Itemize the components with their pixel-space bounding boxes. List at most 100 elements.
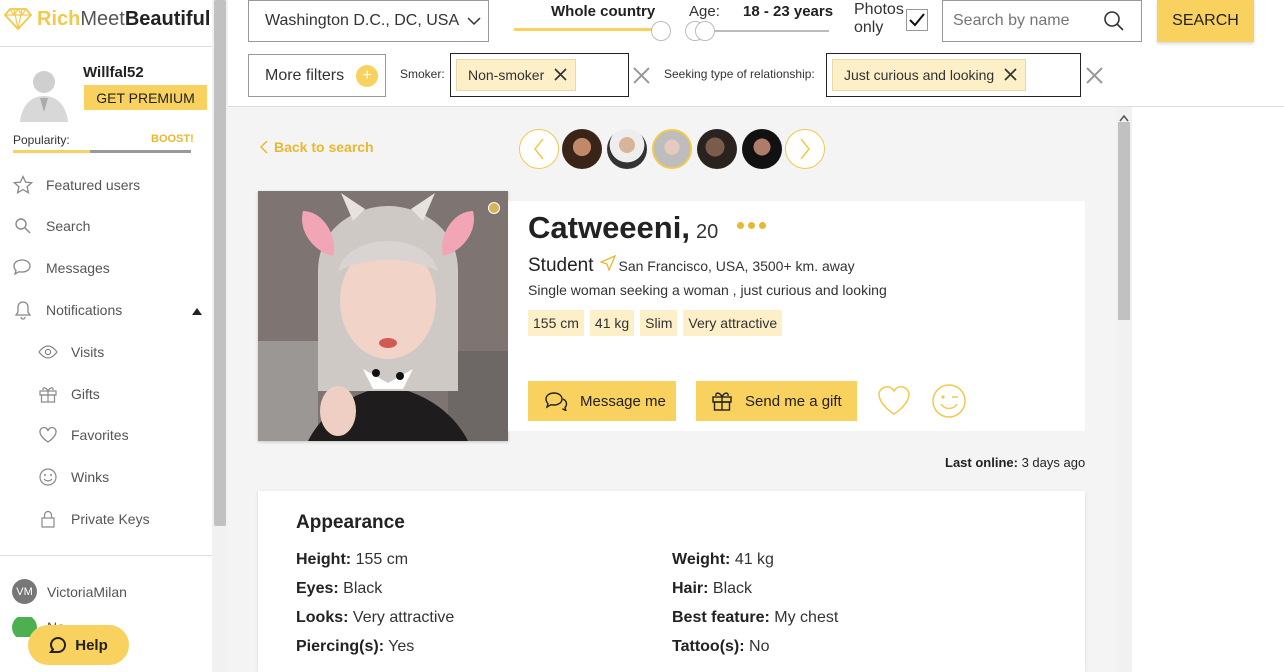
smoker-filter-box[interactable]: Non-smoker (450, 53, 629, 97)
search-button[interactable]: SEARCH (1157, 0, 1254, 42)
attr-label: Weight: (672, 551, 731, 568)
sidebar-item-visits[interactable]: Visits (38, 342, 104, 362)
carousel-thumbnail[interactable] (562, 129, 602, 169)
more-options-icon[interactable] (737, 222, 766, 229)
appearance-attr: Tattoo(s): No (672, 638, 769, 656)
diamond-logo-icon (4, 7, 32, 31)
caret-up-icon[interactable] (192, 302, 202, 318)
sidebar-scrollbar-thumb[interactable] (214, 0, 226, 526)
sidebar-item-winks[interactable]: Winks (38, 467, 109, 487)
profile-tags: 155 cm 41 kg Slim Very attractive (528, 310, 788, 336)
sidebar-item-gifts[interactable]: Gifts (38, 384, 100, 404)
chat-icon (544, 391, 568, 411)
profile-tag: Very attractive (683, 310, 783, 336)
chip-remove-icon[interactable] (1004, 65, 1017, 86)
partner-victoriamilan[interactable]: VM VictoriaMilan (12, 579, 127, 604)
get-premium-button[interactable]: GET PREMIUM (84, 85, 207, 110)
smoker-filter-label: Smoker: (400, 67, 445, 81)
send-gift-button[interactable]: Send me a gift (696, 381, 857, 421)
profile-heading: Catweeeni, 20 (528, 210, 718, 246)
age-slider-max-handle[interactable] (695, 21, 715, 41)
sidebar-item-label: Featured users (46, 177, 141, 193)
sidebar-item-favorites[interactable]: Favorites (38, 425, 129, 445)
divider (0, 555, 212, 556)
photos-only-checkbox[interactable] (906, 9, 928, 31)
username[interactable]: Willfal52 (83, 64, 144, 81)
help-chat-icon (49, 636, 67, 654)
last-online: Last online: 3 days ago (945, 455, 1085, 470)
age-label: Age: (689, 3, 720, 20)
carousel-thumbnail[interactable] (607, 129, 647, 169)
appearance-attr: Piercing(s): Yes (296, 638, 414, 656)
sidebar-item-label: Private Keys (71, 511, 150, 527)
avatar[interactable] (14, 62, 74, 122)
right-pane (1132, 107, 1284, 672)
location-arrow-icon (599, 255, 616, 271)
appearance-title: Appearance (296, 512, 405, 533)
sidebar-item-notifications[interactable]: Notifications (12, 299, 202, 321)
main-scrollbar-thumb[interactable] (1118, 122, 1130, 320)
sidebar-item-search[interactable]: Search (12, 215, 90, 237)
popularity-label: Popularity: (13, 133, 70, 147)
help-button[interactable]: Help (28, 625, 129, 665)
profile-name: Catweeeni, (528, 210, 690, 245)
logo-beautiful: Beautiful (124, 7, 211, 30)
gift-icon (38, 384, 58, 404)
logo[interactable]: RichMeetBeautiful (4, 7, 210, 31)
sidebar-item-label: Gifts (71, 386, 100, 402)
back-to-search-label: Back to search (274, 139, 374, 155)
attr-label: Piercing(s): (296, 638, 385, 655)
carousel-prev-button[interactable] (519, 129, 559, 169)
attr-label: Looks: (296, 609, 349, 626)
sidebar-item-featured-users[interactable]: Featured users (12, 174, 140, 196)
scope-slider-handle[interactable] (651, 21, 671, 41)
smoker-chip[interactable]: Non-smoker (456, 59, 577, 91)
name-search-input[interactable] (943, 12, 1103, 30)
carousel-thumbnail[interactable] (697, 129, 737, 169)
sidebar-item-private-keys[interactable]: Private Keys (38, 509, 150, 529)
help-label: Help (75, 636, 108, 654)
favorite-heart-icon[interactable] (876, 383, 912, 422)
attr-value: 155 cm (355, 551, 409, 568)
clear-relationship-filter-icon[interactable] (1086, 67, 1103, 89)
sidebar: RichMeetBeautiful Willfal52 GET PREMIUM … (0, 0, 212, 672)
bell-icon (12, 299, 34, 321)
sidebar-item-messages[interactable]: Messages (12, 257, 110, 279)
carousel-thumbnail-active[interactable] (652, 129, 692, 169)
more-filters-label: More filters (265, 66, 345, 84)
partner-badge: VM (12, 579, 37, 604)
attr-value: Black (343, 580, 383, 597)
clear-smoker-filter-icon[interactable] (633, 67, 650, 89)
name-search-field[interactable] (942, 0, 1142, 42)
popularity-bar-fill (13, 150, 90, 153)
plus-icon: + (356, 64, 379, 87)
chevron-down-icon (467, 16, 481, 26)
search-icon[interactable] (1103, 10, 1125, 32)
boost-link[interactable]: BOOST! (151, 133, 194, 145)
attr-value: No (749, 638, 770, 655)
attr-label: Best feature: (672, 609, 770, 626)
relationship-filter-label: Seeking type of relationship: (664, 67, 815, 81)
carousel-thumbnail[interactable] (742, 129, 782, 169)
sidebar-item-label: Notifications (46, 302, 123, 318)
appearance-attr: Height: 155 cm (296, 551, 408, 569)
location-select[interactable]: Washington D.C., DC, USA (248, 0, 489, 42)
relationship-chip[interactable]: Just curious and looking (832, 59, 1027, 91)
star-icon (12, 174, 34, 196)
relationship-filter-box[interactable]: Just curious and looking (826, 53, 1081, 97)
back-to-search-link[interactable]: Back to search (260, 139, 374, 155)
popularity-bar (13, 150, 191, 153)
appearance-attr: Weight: 41 kg (672, 551, 774, 569)
profile-photo[interactable] (258, 191, 508, 441)
chip-remove-icon[interactable] (554, 65, 567, 86)
scope-slider-track[interactable] (514, 28, 662, 31)
message-me-button[interactable]: Message me (528, 381, 676, 421)
wink-smiley-icon[interactable] (931, 383, 967, 424)
sidebar-item-label: Favorites (71, 427, 129, 443)
more-filters-button[interactable]: More filters + (248, 54, 386, 97)
search-icon (12, 215, 34, 237)
carousel-next-button[interactable] (785, 129, 825, 169)
scope-label[interactable]: Whole country (551, 3, 655, 20)
relationship-chip-label: Just curious and looking (844, 67, 995, 83)
photos-only-label-line1: Photos (854, 1, 904, 18)
